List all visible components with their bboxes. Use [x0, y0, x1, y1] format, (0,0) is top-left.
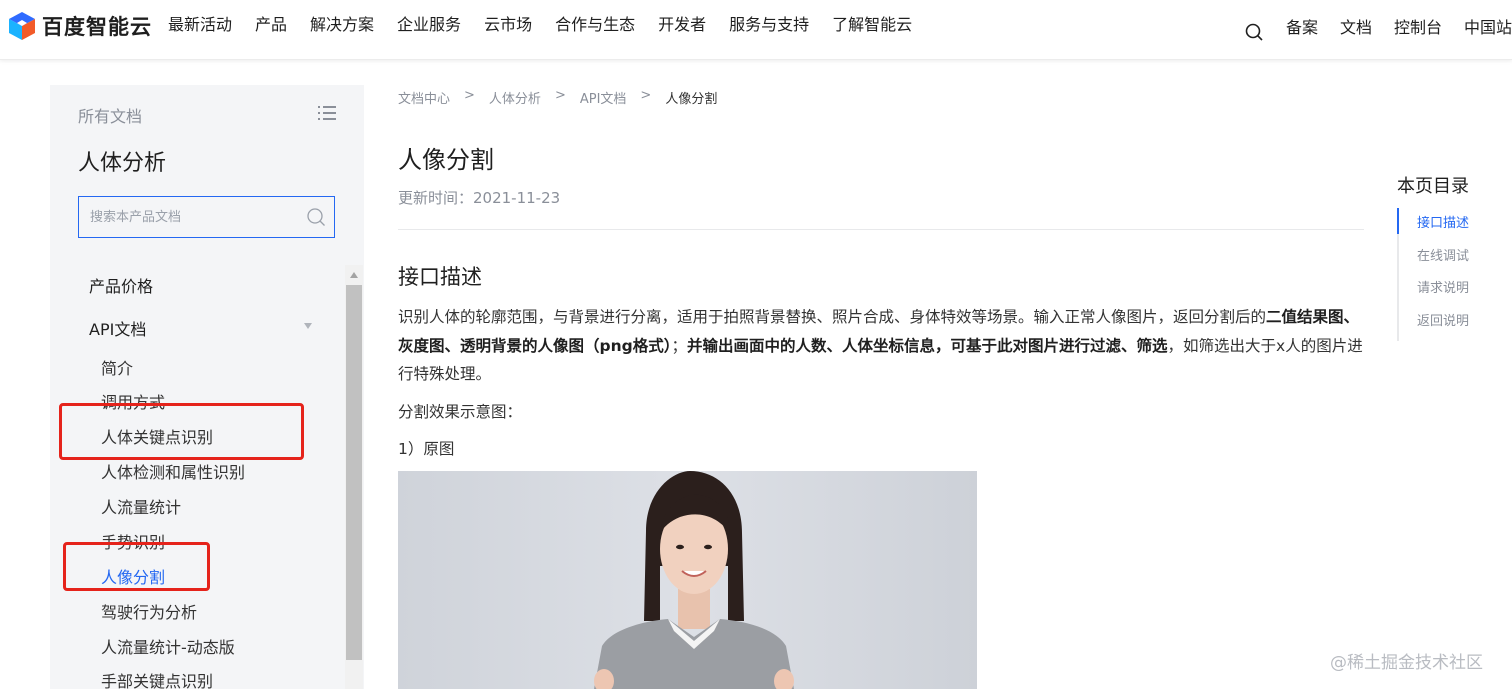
sidebar-item-driver-behavior[interactable]: 驾驶行为分析	[101, 599, 197, 623]
watermark: @稀土掘金技术社区	[1330, 653, 1483, 673]
nav-item-about[interactable]: 了解智能云	[832, 14, 912, 36]
toc-item-online-debug[interactable]: 在线调试	[1417, 245, 1469, 264]
breadcrumb-separator: >	[640, 88, 652, 103]
update-time: 更新时间：2021-11-23	[398, 189, 561, 207]
sidebar-item-body-detection[interactable]: 人体检测和属性识别	[101, 459, 245, 483]
divider	[398, 229, 1364, 230]
breadcrumb: 文档中心 > 人体分析 > API文档 > 人像分割	[398, 88, 731, 107]
top-navbar: 百度智能云 最新活动 产品 解决方案 企业服务 云市场 合作与生态 开发者 服务…	[0, 0, 1512, 60]
breadcrumb-product[interactable]: 人体分析	[489, 88, 541, 107]
breadcrumb-separator: >	[554, 88, 566, 103]
nav-item-developers[interactable]: 开发者	[658, 14, 706, 36]
chevron-down-icon[interactable]	[303, 322, 313, 330]
description-paragraph: 识别人体的轮廓范围，与背景进行分离，适用于拍照背景替换、照片合成、身体特效等场景…	[398, 303, 1364, 389]
sidebar-item-pricing[interactable]: 产品价格	[89, 273, 153, 297]
nav-item-activities[interactable]: 最新活动	[168, 14, 232, 36]
desc-bold-person-info: 并输出画面中的人数、人体坐标信息，可基于此对图片进行过滤、筛选	[687, 336, 1168, 355]
portrait-illustration	[398, 471, 977, 689]
highlight-box-segmentation	[63, 542, 210, 591]
brand-name: 百度智能云	[42, 15, 152, 39]
nav-item-solutions[interactable]: 解决方案	[310, 14, 374, 36]
toc-active-indicator	[1397, 208, 1399, 234]
sidebar-item-intro[interactable]: 简介	[101, 355, 133, 379]
desc-text: 识别人体的轮廓范围，与背景进行分离，适用于拍照背景替换、照片合成、身体特效等场景…	[398, 308, 1267, 326]
sidebar-item-people-count[interactable]: 人流量统计	[101, 494, 181, 518]
search-icon[interactable]	[306, 207, 326, 227]
toc-item-response[interactable]: 返回说明	[1417, 310, 1469, 329]
toc-item-description[interactable]: 接口描述	[1417, 212, 1469, 231]
sidebar-scroll-thumb[interactable]	[346, 285, 362, 660]
search-icon[interactable]	[1244, 22, 1264, 42]
page-title: 人像分割	[398, 146, 494, 174]
toc-item-request[interactable]: 请求说明	[1417, 277, 1469, 296]
breadcrumb-separator: >	[464, 88, 475, 103]
nav-region[interactable]: 中国站	[1464, 17, 1512, 39]
nav-console[interactable]: 控制台	[1394, 17, 1442, 39]
doc-sidebar: 所有文档 人体分析 产品价格 API文档 简介 调用方式 人体关键点识别 人体检…	[50, 85, 364, 692]
original-portrait-image	[398, 471, 977, 689]
nav-item-products[interactable]: 产品	[255, 14, 287, 36]
sidebar-item-api-docs[interactable]: API文档	[89, 316, 146, 340]
section-heading: 接口描述	[398, 265, 482, 289]
sidebar-item-hand-keypoints[interactable]: 手部关键点识别	[101, 668, 213, 692]
nav-docs[interactable]: 文档	[1340, 17, 1372, 39]
highlight-box-keypoints	[59, 403, 304, 460]
nav-filing[interactable]: 备案	[1286, 17, 1318, 39]
toc-title: 本页目录	[1397, 176, 1469, 197]
desc-text: ；	[671, 336, 687, 355]
main-nav: 最新活动 产品 解决方案 企业服务 云市场 合作与生态 开发者 服务与支持 了解…	[168, 14, 935, 36]
sidebar-item-people-count-dynamic[interactable]: 人流量统计-动态版	[101, 634, 235, 658]
example-label: 分割效果示意图：	[398, 403, 523, 421]
brand-cube-icon	[9, 12, 35, 40]
all-docs-link[interactable]: 所有文档	[78, 103, 142, 127]
list-menu-icon[interactable]	[318, 105, 336, 121]
nav-item-partners[interactable]: 合作与生态	[555, 14, 635, 36]
nav-item-support[interactable]: 服务与支持	[729, 14, 809, 36]
scroll-up-arrow-icon[interactable]	[350, 272, 358, 278]
doc-search-input[interactable]	[79, 197, 299, 237]
breadcrumb-current: 人像分割	[665, 92, 718, 107]
doc-search-box	[78, 196, 335, 238]
breadcrumb-api-docs[interactable]: API文档	[580, 88, 627, 107]
nav-item-enterprise[interactable]: 企业服务	[397, 14, 461, 36]
brand-logo[interactable]: 百度智能云	[8, 9, 152, 43]
product-title: 人体分析	[78, 151, 167, 176]
breadcrumb-doc-center[interactable]: 文档中心	[398, 88, 450, 107]
nav-item-marketplace[interactable]: 云市场	[484, 14, 532, 36]
nav-right: 备案 文档 控制台 中国站	[1244, 14, 1512, 42]
original-image-label: 1）原图	[398, 440, 455, 458]
